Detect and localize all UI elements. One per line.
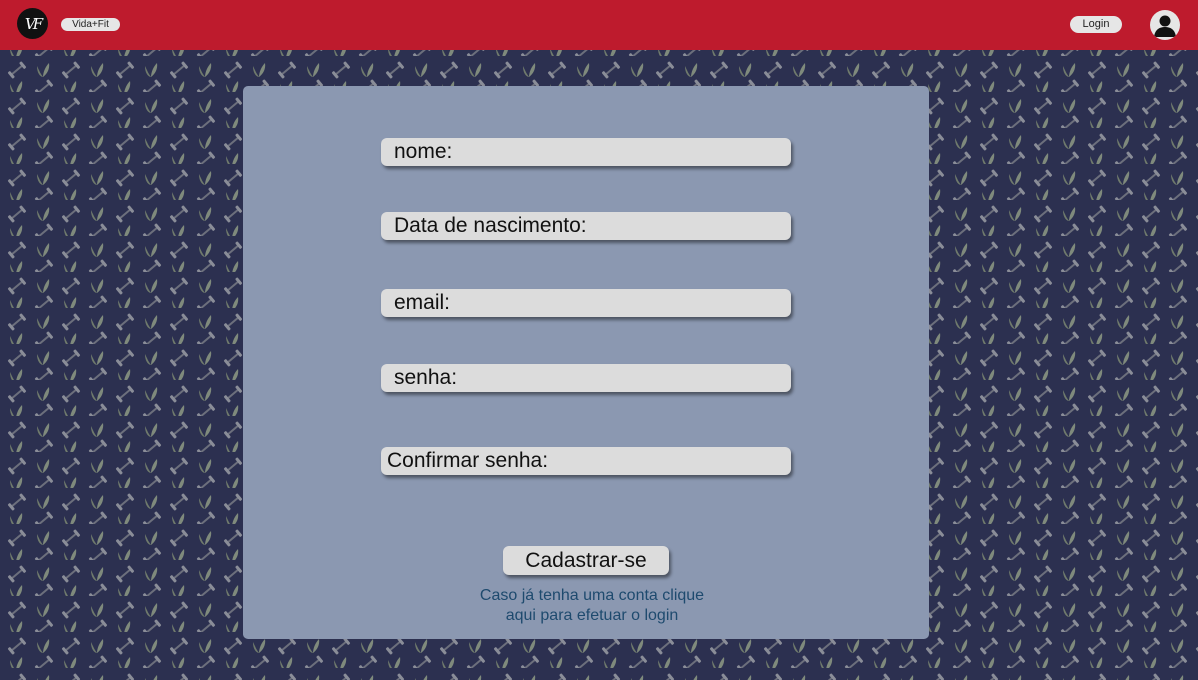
login-hint-line-1: Caso já tenha uma conta clique [479,587,705,604]
email-field[interactable]: email: [381,289,791,317]
confirm-password-field[interactable]: Confirmar senha: [381,447,791,475]
name-field[interactable]: nome: [381,138,791,166]
brand-name-badge[interactable]: Vida+Fit [61,18,120,31]
logo-text: VF [24,14,43,33]
user-avatar-svg [1154,15,1176,37]
top-navigation-bar: VF Vida+Fit Login [0,0,1198,50]
vida-fit-logo[interactable]: VF [17,8,48,39]
user-avatar-icon[interactable] [1150,10,1180,40]
login-hint-line-2: aqui para efetuar o login [505,607,679,624]
login-button[interactable]: Login [1070,16,1122,33]
birth-date-field[interactable]: Data de nascimento: [381,212,791,240]
register-button[interactable]: Cadastrar-se [503,546,669,575]
registration-form-card: nome: Data de nascimento: email: senha: … [243,86,929,639]
password-field[interactable]: senha: [381,364,791,392]
login-hint-link[interactable]: Caso já tenha uma conta clique aqui para… [433,586,751,626]
